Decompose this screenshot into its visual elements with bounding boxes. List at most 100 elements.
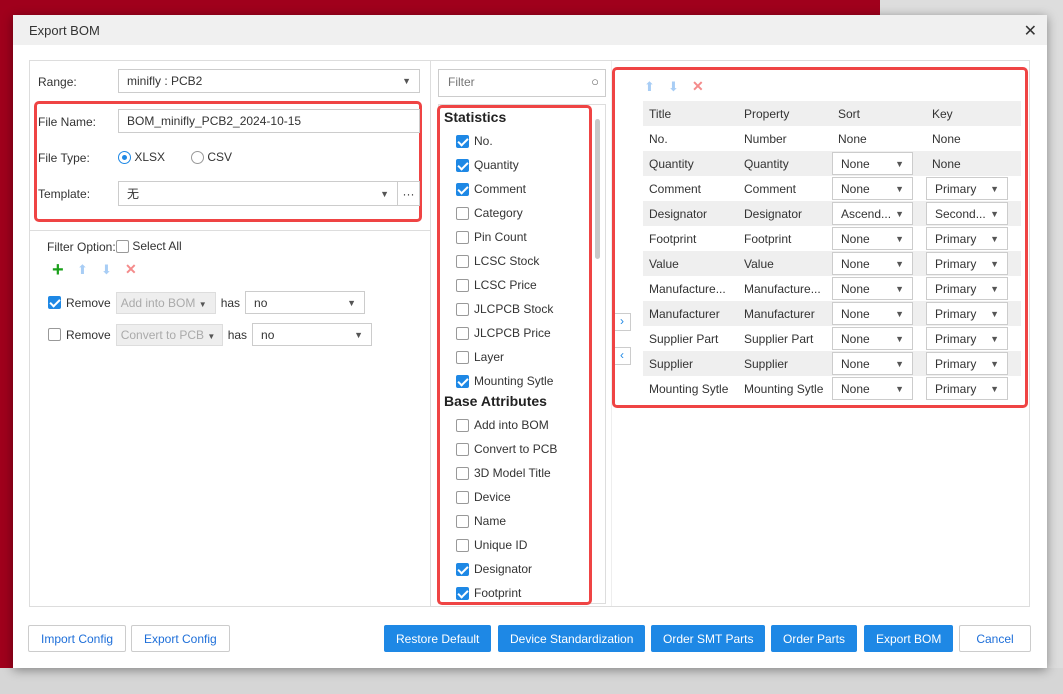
- key-select[interactable]: Primary ▼: [926, 227, 1008, 250]
- table-row: Manufacturer Manufacturer None ▼ Primary ▼: [643, 301, 1021, 326]
- restore-default-button[interactable]: Restore Default: [384, 625, 492, 652]
- chevron-down-icon: ▼: [895, 183, 904, 194]
- filter-checkbox[interactable]: [48, 296, 61, 309]
- device-standardization-button[interactable]: Device Standardization: [498, 625, 646, 652]
- cell-property: Designator: [744, 207, 803, 221]
- chevron-down-icon: ▼: [990, 358, 999, 369]
- order-smt-parts-button[interactable]: Order SMT Parts: [651, 625, 766, 652]
- add-icon[interactable]: +: [52, 259, 64, 282]
- chevron-down-icon: ▼: [895, 383, 904, 394]
- filter-value-select[interactable]: no ▼: [252, 323, 373, 346]
- cell-property: Manufacturer: [744, 307, 815, 321]
- chevron-down-icon: ▼: [990, 283, 999, 294]
- range-value: minifly : PCB2: [127, 74, 203, 88]
- filter-field-value: Convert to PCB: [120, 327, 205, 342]
- select-all-checkbox[interactable]: Select All: [116, 239, 182, 254]
- table-row: Manufacture... Manufacture... None ▼ Primary…: [643, 276, 1021, 301]
- sort-select[interactable]: None ▼: [832, 277, 913, 300]
- sort-select[interactable]: None ▼: [832, 152, 913, 175]
- column-header: Title: [649, 107, 672, 121]
- filter-input[interactable]: [439, 70, 579, 94]
- highlight-box: [437, 105, 592, 605]
- key-select[interactable]: Primary ▼: [926, 352, 1008, 375]
- sort-select[interactable]: None ▼: [832, 252, 913, 275]
- sort-select[interactable]: None ▼: [832, 302, 913, 325]
- filter-checkbox[interactable]: [48, 328, 61, 341]
- key-select[interactable]: Primary ▼: [926, 377, 1008, 400]
- range-select[interactable]: minifly : PCB2 ▼: [118, 69, 420, 93]
- cell-title: Manufacture...: [649, 282, 726, 296]
- cell-title: Footprint: [649, 232, 697, 246]
- range-label: Range:: [38, 75, 77, 89]
- cell-title: No.: [649, 132, 668, 146]
- has-label: has: [227, 327, 248, 342]
- chevron-down-icon: ▼: [990, 233, 999, 244]
- close-icon[interactable]: ✕: [1024, 21, 1037, 41]
- table-row: Value Value None ▼ Primary ▼: [643, 251, 1021, 276]
- key-select[interactable]: Primary ▼: [926, 252, 1008, 275]
- search-icon: ○: [591, 74, 599, 89]
- radio-xlsx[interactable]: XLSX: [118, 150, 165, 165]
- radio-csv[interactable]: CSV: [191, 150, 232, 165]
- chevron-down-icon: ▼: [990, 333, 999, 344]
- sort-select[interactable]: None ▼: [832, 377, 913, 400]
- select-value: None: [841, 256, 870, 271]
- template-select[interactable]: 无 ▼: [118, 181, 398, 206]
- file-name-input[interactable]: BOM_minifly_PCB2_2024-10-15: [118, 109, 420, 133]
- key-select[interactable]: Primary ▼: [926, 327, 1008, 350]
- key-select[interactable]: Primary ▼: [926, 302, 1008, 325]
- table-header: Title Property Sort Key: [643, 101, 1021, 126]
- key-select[interactable]: Primary ▼: [926, 277, 1008, 300]
- select-value: Primary: [935, 231, 977, 246]
- chevron-down-icon: ▼: [895, 333, 904, 344]
- sort-select[interactable]: None ▼: [832, 227, 913, 250]
- sort-select[interactable]: None ▼: [832, 327, 913, 350]
- select-value: Primary: [935, 306, 977, 321]
- select-all-label: Select All: [132, 239, 182, 253]
- export-bom-button[interactable]: Export BOM: [864, 625, 954, 652]
- column-header: Property: [744, 107, 790, 121]
- chevron-down-icon: ▼: [895, 258, 904, 269]
- chevron-down-icon: ▼: [895, 283, 904, 294]
- filter-field-select[interactable]: Convert to PCB ▼: [115, 323, 223, 346]
- sort-select[interactable]: None ▼: [832, 177, 913, 200]
- cancel-button[interactable]: Cancel: [959, 625, 1031, 652]
- sort-select[interactable]: Ascend... ▼: [832, 202, 913, 225]
- delete-icon[interactable]: ✕: [125, 261, 137, 278]
- radio-icon: [191, 151, 204, 165]
- chevron-down-icon: ▼: [895, 308, 904, 319]
- cell-title: Designator: [649, 207, 708, 221]
- table-row: Footprint Footprint None ▼ Primary ▼: [643, 226, 1021, 251]
- chevron-down-icon: ▼: [347, 297, 357, 308]
- arrow-down-icon[interactable]: ⬇: [101, 262, 112, 278]
- table-row: Mounting Sytle Mounting Sytle None ▼ Primary…: [643, 376, 1021, 401]
- scrollbar[interactable]: [595, 119, 600, 259]
- key-select[interactable]: Second... ▼: [926, 202, 1008, 225]
- select-value: Primary: [935, 381, 977, 396]
- chevron-down-icon: ▼: [895, 233, 904, 244]
- arrow-up-icon[interactable]: ⬆: [77, 262, 88, 278]
- chevron-down-icon: ▼: [895, 158, 904, 169]
- cell-title: Supplier Part: [649, 332, 719, 346]
- filter-value-select[interactable]: no ▼: [245, 291, 366, 314]
- export-config-button[interactable]: Export Config: [131, 625, 230, 652]
- filter-row: Remove Add into BOM ▼ has no ▼: [48, 291, 366, 314]
- key-select[interactable]: Primary ▼: [926, 177, 1008, 200]
- filter-field-value: Add into BOM: [120, 295, 196, 310]
- import-config-button[interactable]: Import Config: [28, 625, 127, 652]
- export-bom-dialog: Export BOM ✕ Range: minifly : PCB2 ▼ File…: [13, 15, 1047, 668]
- order-parts-button[interactable]: Order Parts: [771, 625, 858, 652]
- select-value: None: [841, 381, 870, 396]
- table-row: Quantity Quantity None ▼ None: [643, 151, 1021, 176]
- dialog-title: Export BOM: [13, 15, 1047, 45]
- template-more-button[interactable]: ···: [397, 181, 420, 206]
- sort-select[interactable]: None ▼: [832, 352, 913, 375]
- cell-title: Supplier: [649, 357, 694, 371]
- chevron-down-icon: ▼: [402, 76, 411, 86]
- table-row: No. Number None None: [643, 126, 1021, 151]
- select-value: Second...: [935, 206, 986, 221]
- filter-field-select[interactable]: Add into BOM ▼: [115, 291, 216, 314]
- select-value: Ascend...: [841, 206, 892, 221]
- table-row: Supplier Part Supplier Part None ▼ Primary ▼: [643, 326, 1021, 351]
- select-value: None: [841, 231, 870, 246]
